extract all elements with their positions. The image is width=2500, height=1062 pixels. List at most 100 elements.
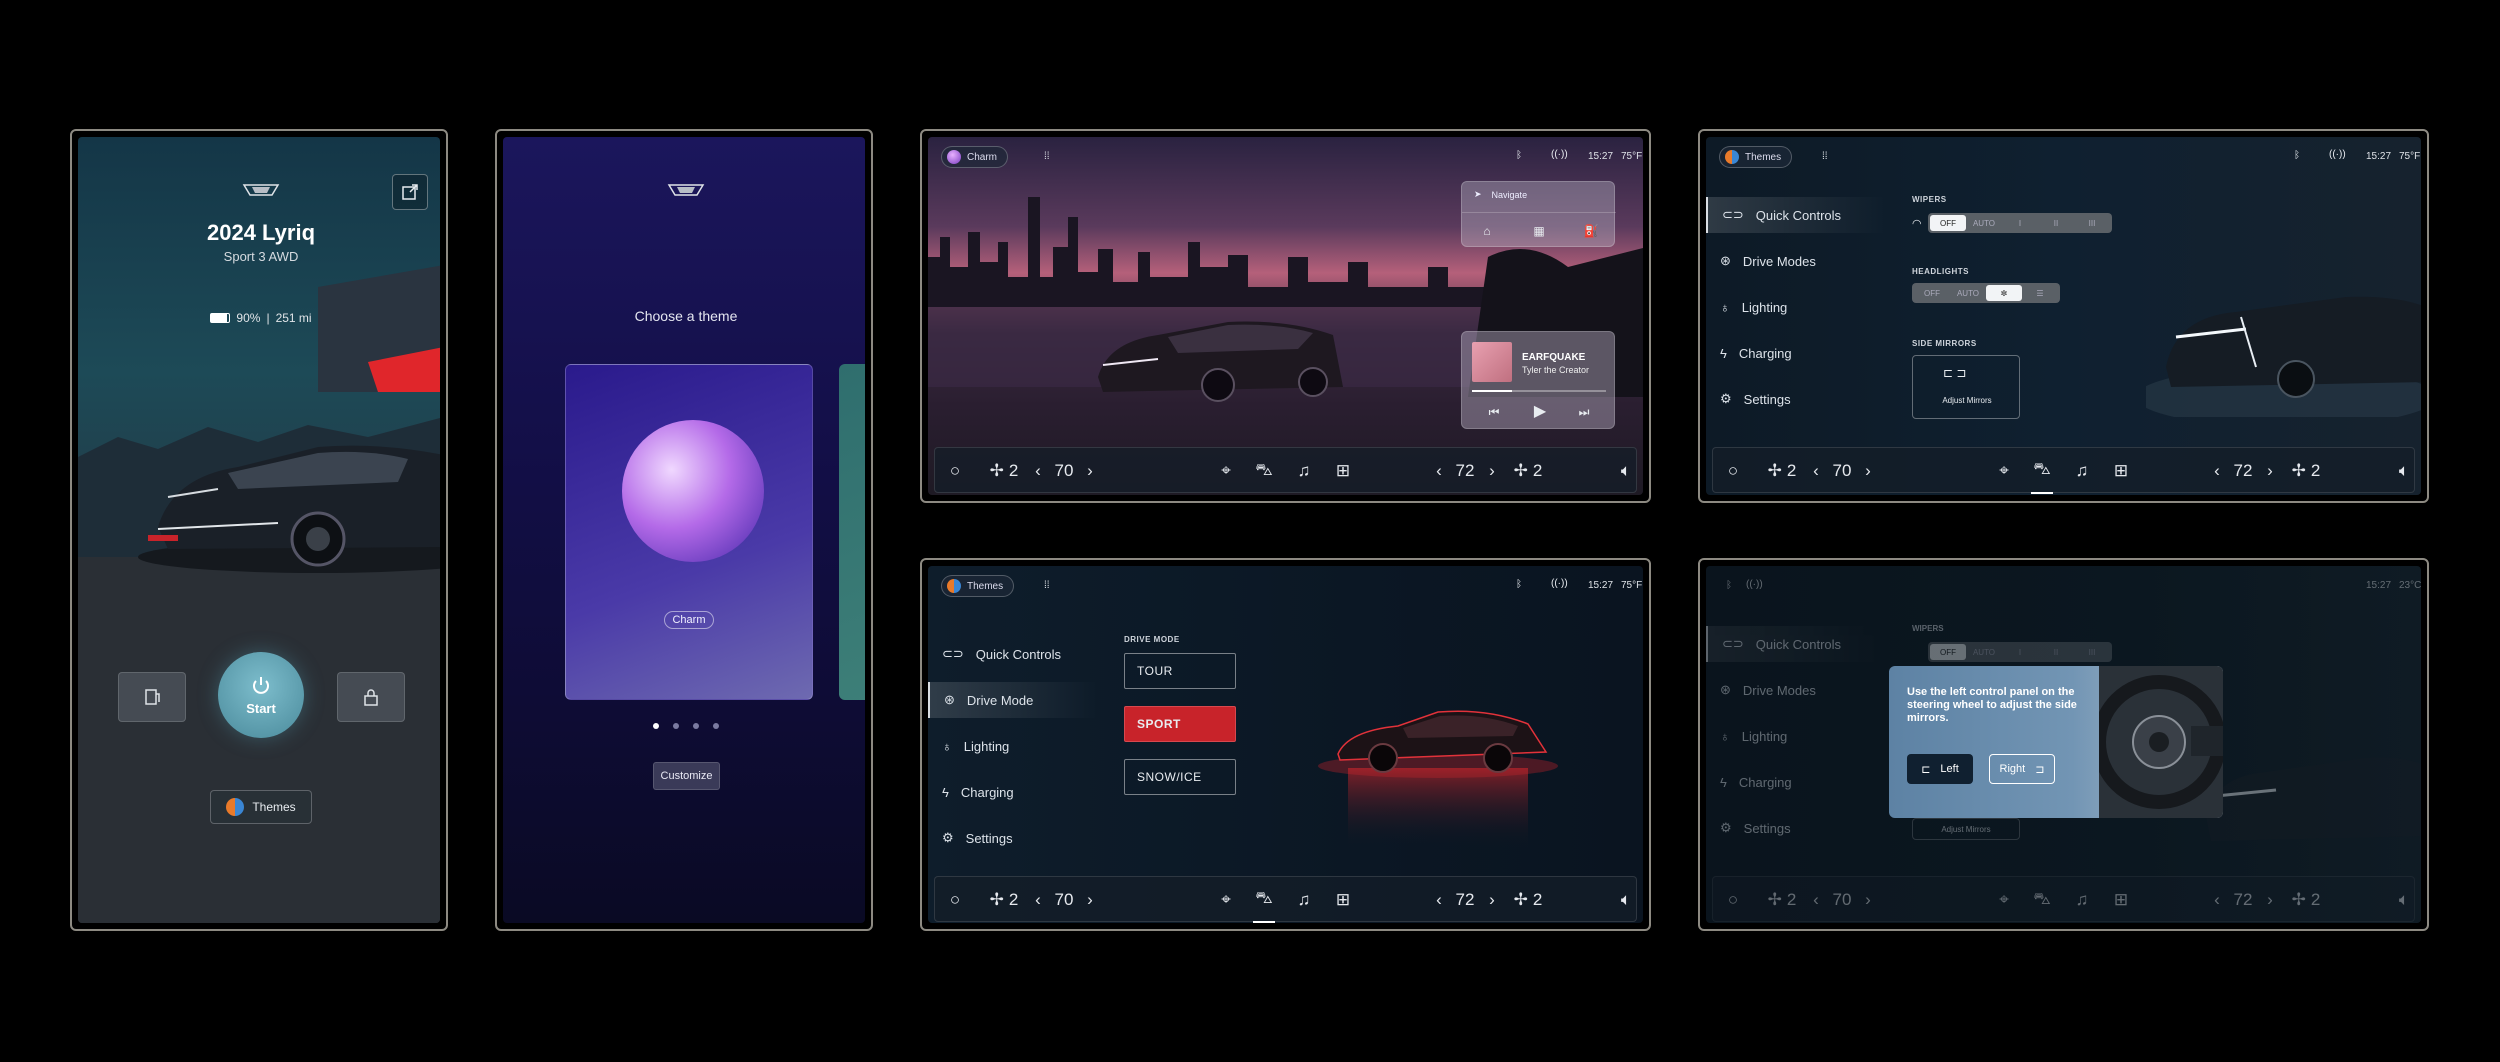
chevron-left-icon[interactable]: ‹ bbox=[2209, 877, 2225, 923]
charge-port-button[interactable] bbox=[118, 672, 186, 722]
headlights-auto[interactable]: AUTO bbox=[1950, 285, 1986, 301]
location-icon[interactable]: ⌖ bbox=[1215, 877, 1237, 923]
chevron-left-icon[interactable]: ‹ bbox=[1808, 448, 1824, 494]
fan-right-control[interactable]: ✢ 2 bbox=[1508, 448, 1548, 494]
wipers-selector[interactable]: OFF AUTO I II III bbox=[1928, 642, 2112, 662]
chevron-right-icon[interactable]: › bbox=[1082, 877, 1098, 923]
music-icon[interactable]: ♫ bbox=[1293, 448, 1315, 494]
apps-icon[interactable]: ⊞ bbox=[1332, 877, 1354, 923]
volume-icon[interactable]: 🔈︎ bbox=[2393, 877, 2415, 923]
customize-button[interactable]: Customize bbox=[653, 762, 720, 790]
car-icon[interactable]: ⛍ bbox=[2031, 877, 2053, 923]
left-mirror-button[interactable]: ⊏ Left bbox=[1907, 754, 1973, 784]
chevron-left-icon[interactable]: ‹ bbox=[1030, 448, 1046, 494]
wipers-1[interactable]: I bbox=[2002, 215, 2038, 231]
volume-icon[interactable]: 🔈︎ bbox=[2393, 448, 2415, 494]
chevron-right-icon[interactable]: › bbox=[2262, 448, 2278, 494]
apps-icon[interactable]: ⊞ bbox=[1332, 448, 1354, 494]
menu-drive-modes[interactable]: ⊛ Drive Modes bbox=[1706, 243, 1816, 279]
wipers-off[interactable]: OFF bbox=[1930, 644, 1966, 660]
mode-tour-button[interactable]: TOUR bbox=[1124, 653, 1236, 689]
fan-left-control[interactable]: ✢ 2 bbox=[987, 448, 1021, 494]
wipers-auto[interactable]: AUTO bbox=[1966, 215, 2002, 231]
mode-snow-ice-button[interactable]: SNOW/ICE bbox=[1124, 759, 1236, 795]
car-icon[interactable]: ⛍ bbox=[2031, 448, 2053, 494]
fan-right-control[interactable]: ✢ 2 bbox=[1508, 877, 1548, 923]
pager-dot[interactable] bbox=[673, 723, 679, 729]
theme-chip[interactable]: Themes bbox=[941, 575, 1015, 597]
lock-button[interactable] bbox=[337, 672, 405, 722]
menu-charging[interactable]: ϟ Charging bbox=[1706, 335, 1792, 371]
theme-chip[interactable]: Charm bbox=[941, 146, 1009, 168]
location-icon[interactable]: ⌖ bbox=[1215, 448, 1237, 494]
music-icon[interactable]: ♫ bbox=[1293, 877, 1315, 923]
wipers-1[interactable]: I bbox=[2002, 644, 2038, 660]
menu-settings[interactable]: ⚙ Settings bbox=[1706, 810, 1791, 846]
headlights-low-beam-icon[interactable]: ✼ bbox=[1986, 285, 2022, 301]
building-icon[interactable]: ▦ bbox=[1528, 220, 1550, 242]
menu-quick-controls[interactable]: ⊂⊃ Quick Controls bbox=[1706, 197, 1886, 233]
headlights-high-beam-icon[interactable]: ☰ bbox=[2022, 285, 2058, 301]
circle-icon[interactable]: ○ bbox=[1721, 448, 1745, 494]
start-button[interactable]: Start bbox=[218, 652, 304, 738]
themes-button[interactable]: Themes bbox=[210, 790, 312, 824]
skip-back-icon[interactable]: ⏮ bbox=[1482, 400, 1506, 424]
wipers-3[interactable]: III bbox=[2074, 215, 2110, 231]
adjust-mirrors-button[interactable]: ⊏ ⊐ Adjust Mirrors bbox=[1912, 355, 2020, 419]
pager-dot[interactable] bbox=[713, 723, 719, 729]
theme-card-charm[interactable]: Charm bbox=[565, 364, 813, 700]
share-button[interactable] bbox=[392, 174, 428, 210]
pager-dot[interactable] bbox=[693, 723, 699, 729]
wipers-auto[interactable]: AUTO bbox=[1966, 644, 2002, 660]
fan-right-control[interactable]: ✢ 2 bbox=[2286, 877, 2326, 923]
menu-lighting[interactable]: ♁ Lighting bbox=[1706, 718, 1787, 754]
grid-icon[interactable]: ⁞⁞ bbox=[1822, 151, 1828, 162]
chevron-left-icon[interactable]: ‹ bbox=[1431, 877, 1447, 923]
car-icon[interactable]: ⛍ bbox=[1253, 877, 1275, 923]
pager-dot-active[interactable] bbox=[653, 723, 659, 729]
circle-icon[interactable]: ○ bbox=[943, 448, 967, 494]
menu-drive-modes[interactable]: ⊛ Drive Modes bbox=[1706, 672, 1816, 708]
fan-right-control[interactable]: ✢ 2 bbox=[2286, 448, 2326, 494]
fuel-icon[interactable]: ⛽ bbox=[1580, 220, 1602, 242]
wipers-2[interactable]: II bbox=[2038, 644, 2074, 660]
headlights-selector[interactable]: OFF AUTO ✼ ☰ bbox=[1912, 283, 2060, 303]
fan-left-control[interactable]: ✢ 2 bbox=[1765, 448, 1799, 494]
chevron-right-icon[interactable]: › bbox=[1484, 448, 1500, 494]
menu-drive-mode[interactable]: ⊛ Drive Mode bbox=[928, 682, 1098, 718]
chevron-right-icon[interactable]: › bbox=[2262, 877, 2278, 923]
theme-chip[interactable]: Themes bbox=[1719, 146, 1793, 168]
circle-icon[interactable]: ○ bbox=[1721, 877, 1745, 923]
location-icon[interactable]: ⌖ bbox=[1993, 448, 2015, 494]
chevron-left-icon[interactable]: ‹ bbox=[1431, 448, 1447, 494]
theme-card-next[interactable] bbox=[839, 364, 865, 700]
chevron-left-icon[interactable]: ‹ bbox=[2209, 448, 2225, 494]
chevron-right-icon[interactable]: › bbox=[1484, 877, 1500, 923]
skip-forward-icon[interactable]: ⏭ bbox=[1572, 400, 1596, 424]
mode-sport-button[interactable]: SPORT bbox=[1124, 706, 1236, 742]
circle-icon[interactable]: ○ bbox=[943, 877, 967, 923]
play-icon[interactable]: ▶ bbox=[1527, 398, 1553, 424]
navigate-search[interactable]: ➤ Navigate bbox=[1474, 189, 1527, 200]
grid-icon[interactable]: ⁞⁞ bbox=[1044, 580, 1050, 591]
apps-icon[interactable]: ⊞ bbox=[2110, 877, 2132, 923]
menu-settings[interactable]: ⚙ Settings bbox=[1706, 381, 1791, 417]
location-icon[interactable]: ⌖ bbox=[1993, 877, 2015, 923]
music-icon[interactable]: ♫ bbox=[2071, 448, 2093, 494]
chevron-right-icon[interactable]: › bbox=[1860, 877, 1876, 923]
wipers-3[interactable]: III bbox=[2074, 644, 2110, 660]
apps-icon[interactable]: ⊞ bbox=[2110, 448, 2132, 494]
wipers-selector[interactable]: OFF AUTO I II III bbox=[1928, 213, 2112, 233]
menu-charging[interactable]: ϟ Charging bbox=[928, 774, 1014, 810]
volume-icon[interactable]: 🔈︎ bbox=[1615, 877, 1637, 923]
wipers-off[interactable]: OFF bbox=[1930, 215, 1966, 231]
chevron-left-icon[interactable]: ‹ bbox=[1030, 877, 1046, 923]
car-icon[interactable]: ⛍ bbox=[1253, 448, 1275, 494]
right-mirror-button[interactable]: Right ⊐ bbox=[1989, 754, 2055, 784]
headlights-off[interactable]: OFF bbox=[1914, 285, 1950, 301]
chevron-left-icon[interactable]: ‹ bbox=[1808, 877, 1824, 923]
menu-settings[interactable]: ⚙ Settings bbox=[928, 820, 1013, 856]
menu-lighting[interactable]: ♁ Lighting bbox=[928, 728, 1009, 764]
menu-quick-controls[interactable]: ⊂⊃ Quick Controls bbox=[928, 636, 1061, 672]
menu-quick-controls[interactable]: ⊂⊃ Quick Controls bbox=[1706, 626, 1886, 662]
